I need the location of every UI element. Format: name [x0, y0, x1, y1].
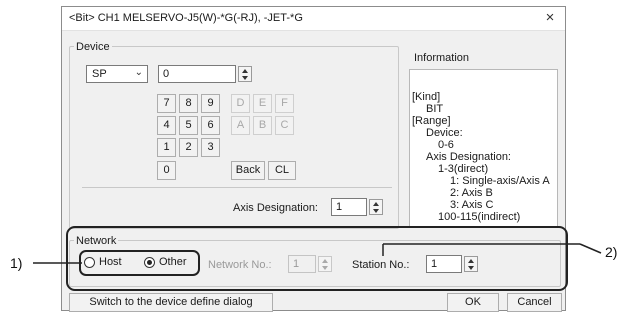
callout-leader-lines	[33, 243, 602, 264]
callout-1-label: 1)	[10, 255, 23, 271]
callout-2-leader-diagonal	[579, 243, 602, 254]
callout-2-label: 2)	[605, 244, 618, 260]
